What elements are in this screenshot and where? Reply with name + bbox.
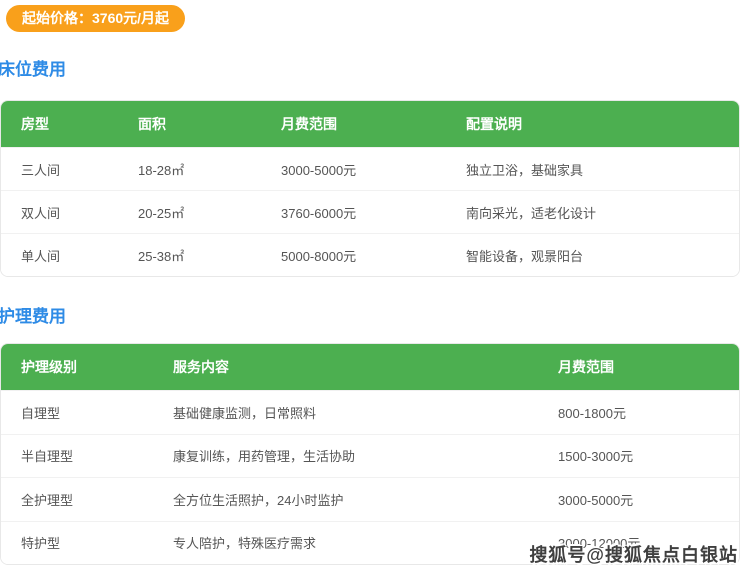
cell-service-content: 全方位生活照护，24小时监护 [173,492,344,508]
starting-price-badge: 起始价格：3760元/月起 [6,5,186,32]
cell-service-content: 基础健康监测，日常照料 [173,405,317,421]
nursing-fees-table-header-row: 护理级别 服务内容 月费范围 [1,344,739,390]
cell-monthly-fee: 1500-3000元 [558,449,634,465]
cell-nursing-level: 半自理型 [21,449,74,465]
table-row: 全护理型 全方位生活照护，24小时监护 3000-5000元 [1,477,739,521]
nursing-fees-table: 护理级别 服务内容 月费范围 自理型 基础健康监测，日常照料 800-1800元… [0,343,740,565]
table-row: 自理型 基础健康监测，日常照料 800-1800元 [1,390,739,434]
cell-monthly-fee: 800-1800元 [558,405,626,421]
section-heading-nursing-fees: 护理费用 [0,307,66,326]
cell-area: 20-25㎡ [138,205,185,221]
table-row: 三人间 18-28㎡ 3000-5000元 独立卫浴，基础家具 [1,147,739,190]
table-row: 单人间 25-38㎡ 5000-8000元 智能设备，观景阳台 [1,233,739,276]
cell-room-type: 双人间 [21,205,61,221]
cell-room-type: 单人间 [21,248,61,264]
cell-monthly-fee: 3760-6000元 [281,205,357,221]
cell-configuration: 智能设备，观景阳台 [466,248,584,264]
cell-configuration: 南向采光，适老化设计 [466,205,597,221]
cell-room-type: 三人间 [21,162,61,178]
cell-nursing-level: 特护型 [21,536,61,552]
col-header-room-type: 房型 [21,116,49,132]
sohu-watermark: 搜狐号@搜狐焦点白银站 [529,545,738,565]
article-page: 起始价格：3760元/月起 床位费用 房型 面积 月费范围 配置说明 三人间 1… [0,0,740,569]
col-header-configuration: 配置说明 [466,116,522,132]
cell-area: 18-28㎡ [138,162,185,178]
col-header-monthly-fee: 月费范围 [558,359,614,375]
table-row: 双人间 20-25㎡ 3760-6000元 南向采光，适老化设计 [1,190,739,233]
cell-nursing-level: 自理型 [21,405,61,421]
cell-service-content: 专人陪护，特殊医疗需求 [173,536,317,552]
col-header-nursing-level: 护理级别 [21,359,77,375]
bed-fees-table-header-row: 房型 面积 月费范围 配置说明 [1,101,739,147]
col-header-monthly-fee: 月费范围 [281,116,337,132]
bed-fees-table: 房型 面积 月费范围 配置说明 三人间 18-28㎡ 3000-5000元 独立… [0,100,740,277]
cell-monthly-fee: 3000-5000元 [558,492,634,508]
table-row: 半自理型 康复训练，用药管理，生活协助 1500-3000元 [1,433,739,477]
cell-nursing-level: 全护理型 [21,492,74,508]
section-heading-bed-fees: 床位费用 [0,60,66,79]
col-header-area: 面积 [138,116,166,132]
cell-monthly-fee: 3000-5000元 [281,162,357,178]
cell-area: 25-38㎡ [138,248,185,264]
cell-configuration: 独立卫浴，基础家具 [466,162,584,178]
cell-monthly-fee: 5000-8000元 [281,248,357,264]
cell-service-content: 康复训练，用药管理，生活协助 [173,449,356,465]
col-header-service-content: 服务内容 [173,359,229,375]
